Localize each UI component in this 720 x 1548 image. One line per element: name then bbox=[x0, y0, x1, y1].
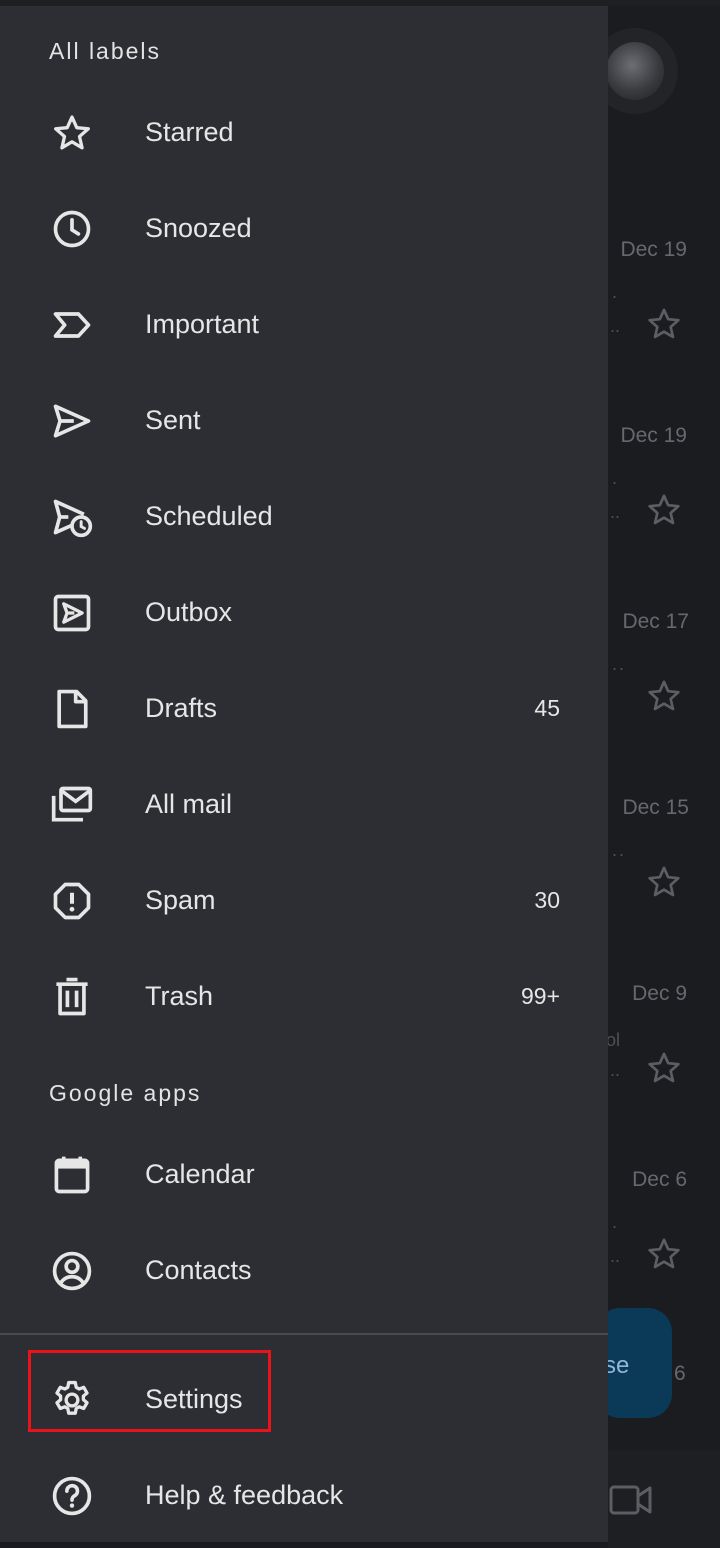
clock-icon bbox=[50, 207, 94, 251]
section-title-all-labels: All labels bbox=[49, 38, 162, 64]
star-icon[interactable] bbox=[644, 862, 684, 902]
drawer-item-calendar[interactable]: Calendar bbox=[0, 1127, 608, 1223]
all-mail-icon bbox=[50, 783, 94, 827]
calendar-icon bbox=[50, 1153, 94, 1197]
email-snippet-fragment: . bbox=[612, 282, 620, 302]
draft-icon bbox=[50, 687, 94, 731]
drawer-item-settings[interactable]: Settings bbox=[0, 1352, 608, 1448]
email-date: Dec 17 bbox=[622, 610, 689, 633]
email-date: Dec 19 bbox=[620, 424, 687, 447]
email-date: Dec 9 bbox=[632, 982, 687, 1005]
gear-icon bbox=[50, 1378, 94, 1422]
email-snippet-fragment: . bbox=[612, 468, 620, 488]
send-icon bbox=[50, 399, 94, 443]
drawer-item-label: Snoozed bbox=[145, 213, 252, 243]
star-icon[interactable] bbox=[644, 490, 684, 530]
drawer-item-label: Drafts bbox=[145, 693, 218, 723]
email-row[interactable]: Dec 19 . .. bbox=[608, 238, 720, 424]
drawer-item-trash[interactable]: Trash 99+ bbox=[0, 949, 608, 1045]
drawer-item-all-mail[interactable]: All mail bbox=[0, 757, 608, 853]
drawer-divider bbox=[0, 1333, 608, 1335]
email-row[interactable]: Dec 17 .. bbox=[608, 610, 720, 796]
email-snippet-fragment: . bbox=[612, 1212, 620, 1232]
drawer-item-label: Sent bbox=[145, 405, 201, 435]
drawer-item-sent[interactable]: Sent bbox=[0, 373, 608, 469]
contacts-icon bbox=[50, 1249, 94, 1293]
email-date: Dec 19 bbox=[620, 238, 687, 261]
drawer-item-label: All mail bbox=[145, 789, 233, 819]
drawer-item-count: 30 bbox=[534, 887, 560, 913]
drawer-item-help-feedback[interactable]: Help & feedback bbox=[0, 1448, 608, 1544]
star-icon[interactable] bbox=[644, 1234, 684, 1274]
star-icon bbox=[50, 111, 94, 155]
drawer-item-scheduled[interactable]: Scheduled bbox=[0, 469, 608, 565]
drawer-item-count: 99+ bbox=[520, 983, 560, 1009]
drawer-item-label: Spam bbox=[145, 885, 216, 915]
section-title-google-apps: Google apps bbox=[49, 1080, 202, 1106]
email-snippet-fragment: .. bbox=[610, 1246, 621, 1266]
star-icon[interactable] bbox=[644, 1048, 684, 1088]
account-avatar[interactable] bbox=[606, 42, 664, 100]
email-snippet-fragment: .. bbox=[610, 502, 621, 522]
trash-icon bbox=[50, 975, 94, 1019]
email-row[interactable]: Dec 19 . .. bbox=[608, 424, 720, 610]
email-snippet-fragment: ol bbox=[606, 1030, 621, 1050]
drawer-item-label: Scheduled bbox=[145, 501, 273, 531]
help-icon bbox=[50, 1474, 94, 1518]
important-icon bbox=[50, 303, 94, 347]
email-snippet-fragment: .. bbox=[612, 654, 627, 674]
drawer-item-contacts[interactable]: Contacts bbox=[0, 1223, 608, 1319]
drawer-item-spam[interactable]: Spam 30 bbox=[0, 853, 608, 949]
email-date: Dec 15 bbox=[622, 796, 689, 819]
navigation-drawer: All labels Starred Snoozed Important Sen… bbox=[0, 6, 608, 1542]
email-snippet-fragment: .. bbox=[612, 840, 627, 860]
email-date: Dec 6 bbox=[632, 1168, 687, 1191]
drawer-item-label: Settings bbox=[145, 1384, 243, 1414]
drawer-item-label: Starred bbox=[145, 117, 234, 147]
email-snippet-fragment: .. bbox=[610, 1060, 621, 1080]
drawer-item-label: Trash bbox=[145, 981, 214, 1011]
drawer-item-count: 45 bbox=[534, 695, 560, 721]
star-icon[interactable] bbox=[644, 676, 684, 716]
star-icon[interactable] bbox=[644, 304, 684, 344]
drawer-item-snoozed[interactable]: Snoozed bbox=[0, 181, 608, 277]
video-camera-icon[interactable] bbox=[608, 1482, 654, 1518]
drawer-item-label: Important bbox=[145, 309, 260, 339]
outbox-icon bbox=[50, 591, 94, 635]
drawer-item-label: Calendar bbox=[145, 1159, 255, 1189]
drawer-item-label: Contacts bbox=[145, 1255, 252, 1285]
email-date: 6 bbox=[674, 1362, 686, 1385]
drawer-item-starred[interactable]: Starred bbox=[0, 85, 608, 181]
scheduled-icon bbox=[50, 495, 94, 539]
drawer-item-important[interactable]: Important bbox=[0, 277, 608, 373]
drawer-item-label: Help & feedback bbox=[145, 1480, 344, 1510]
email-row[interactable]: Dec 9 .. bbox=[608, 982, 720, 1168]
spam-icon bbox=[50, 879, 94, 923]
drawer-item-outbox[interactable]: Outbox bbox=[0, 565, 608, 661]
drawer-item-drafts[interactable]: Drafts 45 bbox=[0, 661, 608, 757]
drawer-item-label: Outbox bbox=[145, 597, 233, 627]
email-row[interactable]: Dec 15 .. bbox=[608, 796, 720, 982]
email-snippet-fragment: .. bbox=[610, 316, 621, 336]
